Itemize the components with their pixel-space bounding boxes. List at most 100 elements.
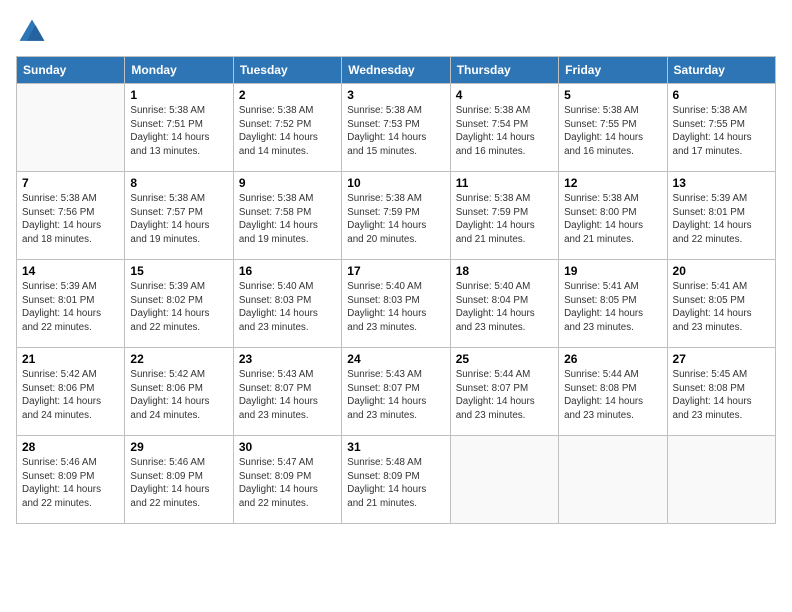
- calendar-cell: [667, 436, 775, 524]
- day-number: 5: [564, 88, 661, 102]
- calendar-week-row: 14 Sunrise: 5:39 AMSunset: 8:01 PMDayligh…: [17, 260, 776, 348]
- calendar-cell: 9 Sunrise: 5:38 AMSunset: 7:58 PMDaylight…: [233, 172, 341, 260]
- day-number: 4: [456, 88, 553, 102]
- day-info: Sunrise: 5:38 AMSunset: 7:55 PMDaylight:…: [564, 104, 661, 159]
- day-number: 15: [130, 264, 227, 278]
- calendar-cell: 3Sunrise: 5:38 AMSunset: 7:53 PMDaylight…: [342, 84, 450, 172]
- day-info: Sunrise: 5:38 AMSunset: 8:00 PMDaylight:…: [564, 192, 661, 247]
- day-number: 3: [347, 88, 444, 102]
- calendar-cell: 31 Sunrise: 5:48 AMSunset: 8:09 PMDayligh…: [342, 436, 450, 524]
- calendar-cell: 27 Sunrise: 5:45 AMSunset: 8:08 PMDayligh…: [667, 348, 775, 436]
- day-info: Sunrise: 5:39 AMSunset: 8:01 PMDaylight:…: [22, 280, 119, 335]
- calendar-cell: 26 Sunrise: 5:44 AMSunset: 8:08 PMDayligh…: [559, 348, 667, 436]
- day-info: Sunrise: 5:38 AMSunset: 7:58 PMDaylight:…: [239, 192, 336, 247]
- day-number: 17: [347, 264, 444, 278]
- calendar-cell: 5 Sunrise: 5:38 AMSunset: 7:55 PMDaylight…: [559, 84, 667, 172]
- logo: [16, 16, 52, 48]
- day-info: Sunrise: 5:40 AMSunset: 8:03 PMDaylight:…: [347, 280, 444, 335]
- calendar-cell: 24 Sunrise: 5:43 AMSunset: 8:07 PMDayligh…: [342, 348, 450, 436]
- calendar-cell: 14 Sunrise: 5:39 AMSunset: 8:01 PMDayligh…: [17, 260, 125, 348]
- calendar-cell: [450, 436, 558, 524]
- day-number: 8: [130, 176, 227, 190]
- calendar: SundayMondayTuesdayWednesdayThursdayFrid…: [16, 56, 776, 524]
- day-info: Sunrise: 5:38 AMSunset: 7:52 PMDaylight:…: [239, 104, 336, 159]
- day-info: Sunrise: 5:44 AMSunset: 8:08 PMDaylight:…: [564, 368, 661, 423]
- calendar-cell: 29 Sunrise: 5:46 AMSunset: 8:09 PMDayligh…: [125, 436, 233, 524]
- calendar-header-tuesday: Tuesday: [233, 57, 341, 84]
- calendar-header-row: SundayMondayTuesdayWednesdayThursdayFrid…: [17, 57, 776, 84]
- day-number: 11: [456, 176, 553, 190]
- day-info: Sunrise: 5:46 AMSunset: 8:09 PMDaylight:…: [130, 456, 227, 511]
- day-info: Sunrise: 5:45 AMSunset: 8:08 PMDaylight:…: [673, 368, 770, 423]
- day-info: Sunrise: 5:39 AMSunset: 8:01 PMDaylight:…: [673, 192, 770, 247]
- day-number: 31: [347, 440, 444, 454]
- calendar-cell: 19 Sunrise: 5:41 AMSunset: 8:05 PMDayligh…: [559, 260, 667, 348]
- day-number: 20: [673, 264, 770, 278]
- day-info: Sunrise: 5:42 AMSunset: 8:06 PMDaylight:…: [130, 368, 227, 423]
- calendar-header-monday: Monday: [125, 57, 233, 84]
- calendar-cell: 6 Sunrise: 5:38 AMSunset: 7:55 PMDaylight…: [667, 84, 775, 172]
- day-info: Sunrise: 5:38 AMSunset: 7:57 PMDaylight:…: [130, 192, 227, 247]
- calendar-cell: 30 Sunrise: 5:47 AMSunset: 8:09 PMDayligh…: [233, 436, 341, 524]
- calendar-cell: [559, 436, 667, 524]
- calendar-cell: 22 Sunrise: 5:42 AMSunset: 8:06 PMDayligh…: [125, 348, 233, 436]
- day-number: 23: [239, 352, 336, 366]
- calendar-cell: 4 Sunrise: 5:38 AMSunset: 7:54 PMDaylight…: [450, 84, 558, 172]
- calendar-cell: 8 Sunrise: 5:38 AMSunset: 7:57 PMDaylight…: [125, 172, 233, 260]
- calendar-cell: 2 Sunrise: 5:38 AMSunset: 7:52 PMDaylight…: [233, 84, 341, 172]
- day-number: 9: [239, 176, 336, 190]
- calendar-cell: 15 Sunrise: 5:39 AMSunset: 8:02 PMDayligh…: [125, 260, 233, 348]
- calendar-header-saturday: Saturday: [667, 57, 775, 84]
- day-number: 24: [347, 352, 444, 366]
- day-info: Sunrise: 5:38 AMSunset: 7:55 PMDaylight:…: [673, 104, 770, 159]
- day-info: Sunrise: 5:41 AMSunset: 8:05 PMDaylight:…: [564, 280, 661, 335]
- day-number: 2: [239, 88, 336, 102]
- day-info: Sunrise: 5:39 AMSunset: 8:02 PMDaylight:…: [130, 280, 227, 335]
- day-info: Sunrise: 5:47 AMSunset: 8:09 PMDaylight:…: [239, 456, 336, 511]
- calendar-cell: 11Sunrise: 5:38 AMSunset: 7:59 PMDayligh…: [450, 172, 558, 260]
- day-info: Sunrise: 5:43 AMSunset: 8:07 PMDaylight:…: [347, 368, 444, 423]
- day-number: 21: [22, 352, 119, 366]
- day-number: 29: [130, 440, 227, 454]
- calendar-cell: 25 Sunrise: 5:44 AMSunset: 8:07 PMDayligh…: [450, 348, 558, 436]
- calendar-cell: 10Sunrise: 5:38 AMSunset: 7:59 PMDayligh…: [342, 172, 450, 260]
- day-info: Sunrise: 5:44 AMSunset: 8:07 PMDaylight:…: [456, 368, 553, 423]
- day-number: 10: [347, 176, 444, 190]
- day-info: Sunrise: 5:48 AMSunset: 8:09 PMDaylight:…: [347, 456, 444, 511]
- calendar-cell: 12Sunrise: 5:38 AMSunset: 8:00 PMDayligh…: [559, 172, 667, 260]
- day-info: Sunrise: 5:38 AMSunset: 7:54 PMDaylight:…: [456, 104, 553, 159]
- day-info: Sunrise: 5:38 AMSunset: 7:51 PMDaylight:…: [130, 104, 227, 159]
- logo-icon: [16, 16, 48, 48]
- calendar-week-row: 21 Sunrise: 5:42 AMSunset: 8:06 PMDayligh…: [17, 348, 776, 436]
- day-number: 19: [564, 264, 661, 278]
- day-info: Sunrise: 5:42 AMSunset: 8:06 PMDaylight:…: [22, 368, 119, 423]
- day-number: 14: [22, 264, 119, 278]
- calendar-cell: 13 Sunrise: 5:39 AMSunset: 8:01 PMDayligh…: [667, 172, 775, 260]
- calendar-cell: 7 Sunrise: 5:38 AMSunset: 7:56 PMDaylight…: [17, 172, 125, 260]
- day-number: 13: [673, 176, 770, 190]
- day-number: 1: [130, 88, 227, 102]
- calendar-week-row: 7 Sunrise: 5:38 AMSunset: 7:56 PMDaylight…: [17, 172, 776, 260]
- calendar-cell: 17 Sunrise: 5:40 AMSunset: 8:03 PMDayligh…: [342, 260, 450, 348]
- calendar-header-sunday: Sunday: [17, 57, 125, 84]
- calendar-cell: 16 Sunrise: 5:40 AMSunset: 8:03 PMDayligh…: [233, 260, 341, 348]
- day-number: 16: [239, 264, 336, 278]
- day-info: Sunrise: 5:38 AMSunset: 7:56 PMDaylight:…: [22, 192, 119, 247]
- calendar-cell: 1 Sunrise: 5:38 AMSunset: 7:51 PMDaylight…: [125, 84, 233, 172]
- calendar-cell: 18 Sunrise: 5:40 AMSunset: 8:04 PMDayligh…: [450, 260, 558, 348]
- day-number: 18: [456, 264, 553, 278]
- day-number: 7: [22, 176, 119, 190]
- day-info: Sunrise: 5:40 AMSunset: 8:03 PMDaylight:…: [239, 280, 336, 335]
- calendar-header-wednesday: Wednesday: [342, 57, 450, 84]
- calendar-cell: 28Sunrise: 5:46 AMSunset: 8:09 PMDayligh…: [17, 436, 125, 524]
- day-number: 27: [673, 352, 770, 366]
- day-number: 25: [456, 352, 553, 366]
- day-number: 30: [239, 440, 336, 454]
- calendar-cell: 23Sunrise: 5:43 AMSunset: 8:07 PMDayligh…: [233, 348, 341, 436]
- day-number: 6: [673, 88, 770, 102]
- day-number: 26: [564, 352, 661, 366]
- day-info: Sunrise: 5:40 AMSunset: 8:04 PMDaylight:…: [456, 280, 553, 335]
- calendar-cell: [17, 84, 125, 172]
- calendar-cell: 20Sunrise: 5:41 AMSunset: 8:05 PMDayligh…: [667, 260, 775, 348]
- day-number: 22: [130, 352, 227, 366]
